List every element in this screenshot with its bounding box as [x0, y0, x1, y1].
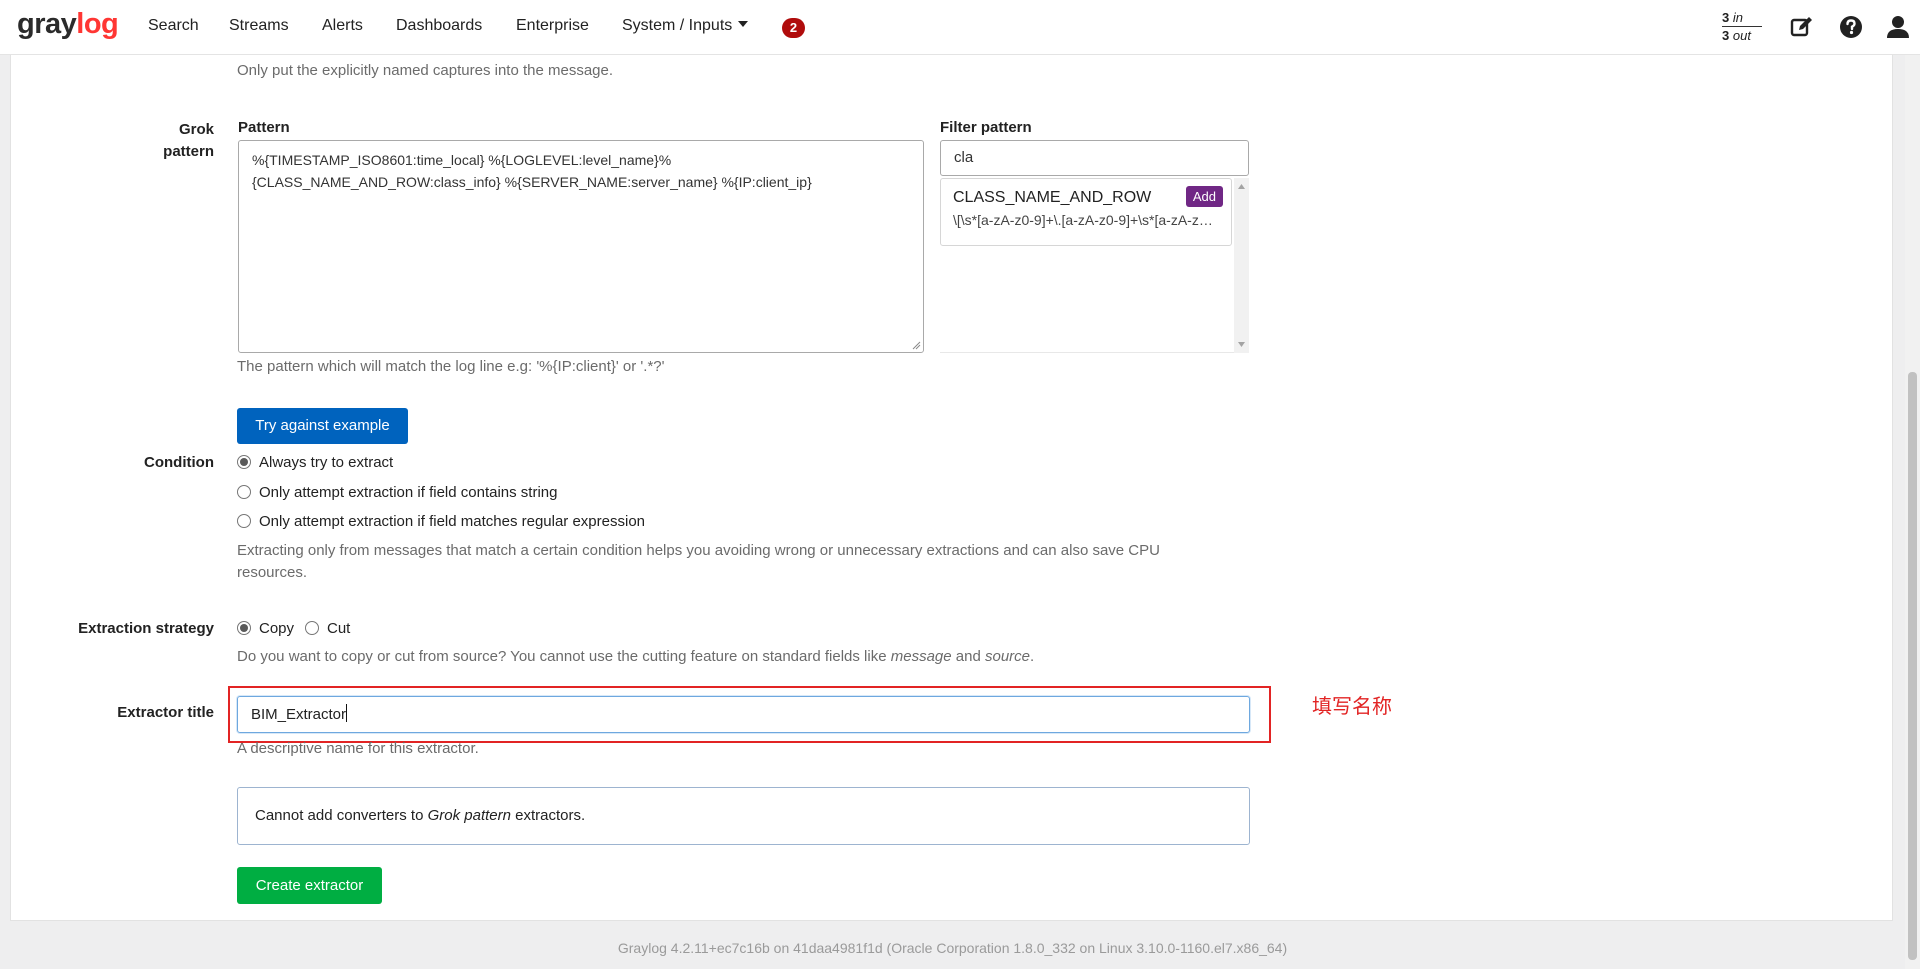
- pattern-help: The pattern which will match the log lin…: [237, 358, 665, 375]
- condition-label: Condition: [144, 454, 214, 471]
- add-pattern-button[interactable]: Add: [1185, 186, 1223, 207]
- pattern-name: CLASS_NAME_AND_ROW: [953, 189, 1152, 206]
- pattern-list-scrollbar[interactable]: [1234, 178, 1249, 353]
- edit-icon[interactable]: [1789, 14, 1815, 40]
- pattern-heading: Pattern: [238, 119, 290, 136]
- radio-selected-icon[interactable]: [237, 621, 251, 635]
- extractor-title-help: A descriptive name for this extractor.: [237, 740, 479, 757]
- caret-down-icon: [738, 21, 749, 27]
- pattern-list: CLASS_NAME_AND_ROW \[\s*[a-zA-z0-9]+\.[a…: [940, 178, 1249, 353]
- nav-dashboards[interactable]: Dashboards: [396, 17, 482, 35]
- annotation-highlight-box: [228, 686, 1271, 743]
- strategy-help: Do you want to copy or cut from source? …: [237, 648, 1035, 665]
- annotation-text: 填写名称: [1312, 696, 1392, 718]
- pattern-textarea[interactable]: %{TIMESTAMP_ISO8601:time_local} %{LOGLEV…: [238, 140, 924, 353]
- extractor-title-label: Extractor title: [117, 704, 214, 721]
- radio-icon[interactable]: [305, 621, 319, 635]
- nav-search[interactable]: Search: [148, 17, 199, 35]
- create-extractor-button[interactable]: Create extractor: [237, 867, 382, 904]
- help-icon[interactable]: [1838, 14, 1864, 40]
- page-scrollbar[interactable]: [1905, 0, 1920, 969]
- graylog-logo[interactable]: graylog: [17, 8, 119, 41]
- scroll-arrows-icon: [1238, 184, 1245, 347]
- converters-notice: Cannot add converters to Grok pattern ex…: [237, 787, 1250, 845]
- nav-alerts[interactable]: Alerts: [322, 17, 363, 35]
- nav-enterprise[interactable]: Enterprise: [516, 17, 589, 35]
- top-navbar: graylog Search Streams Alerts Dashboards…: [0, 0, 1920, 55]
- throughput-indicator[interactable]: 3 in 3 out: [1722, 9, 1762, 44]
- radio-icon[interactable]: [237, 514, 251, 528]
- resize-handle-icon[interactable]: [912, 341, 921, 350]
- strategy-copy[interactable]: Copy: [237, 619, 294, 639]
- extraction-strategy-label: Extraction strategy: [78, 620, 214, 637]
- user-icon[interactable]: [1885, 14, 1911, 40]
- filter-pattern-input[interactable]: cla: [940, 140, 1249, 176]
- named-captures-help: Only put the explicitly named captures i…: [237, 62, 614, 79]
- extractor-form-panel: Only put the explicitly named captures i…: [10, 0, 1893, 921]
- radio-icon[interactable]: [237, 485, 251, 499]
- condition-help: Extracting only from messages that match…: [237, 542, 1160, 581]
- pattern-regex: \[\s*[a-zA-z0-9]+\.[a-zA-z0-9]+\s*[a-zA-…: [953, 212, 1219, 228]
- nav-system-inputs[interactable]: System / Inputs: [622, 17, 749, 35]
- grok-pattern-label: Grok pattern: [163, 121, 214, 160]
- footer-version: Graylog 4.2.11+ec7c16b on 41daa4981f1d (…: [617, 940, 1288, 956]
- list-item: CLASS_NAME_AND_ROW \[\s*[a-zA-z0-9]+\.[a…: [940, 178, 1232, 246]
- page-scrollbar-thumb[interactable]: [1908, 372, 1917, 960]
- condition-always[interactable]: Always try to extract: [237, 453, 393, 473]
- filter-pattern-heading: Filter pattern: [940, 119, 1032, 136]
- condition-matches-regex[interactable]: Only attempt extraction if field matches…: [237, 512, 645, 532]
- strategy-cut[interactable]: Cut: [305, 619, 350, 639]
- notification-badge[interactable]: 2: [782, 18, 805, 38]
- nav-streams[interactable]: Streams: [229, 17, 289, 35]
- try-against-example-button[interactable]: Try against example: [237, 408, 408, 444]
- condition-contains-string[interactable]: Only attempt extraction if field contain…: [237, 483, 557, 503]
- radio-selected-icon[interactable]: [237, 455, 251, 469]
